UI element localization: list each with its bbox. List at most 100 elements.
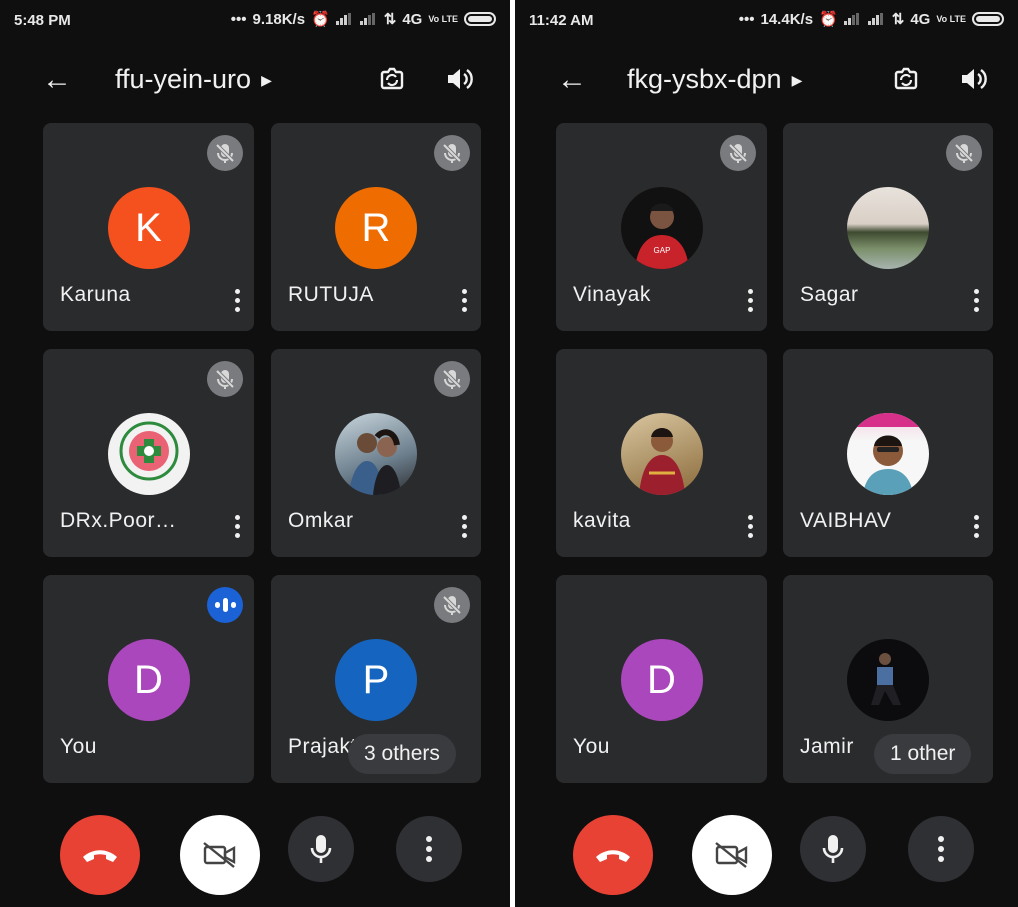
voice-activity-icon: [207, 587, 243, 623]
participant-tile[interactable]: K Karuna: [43, 123, 254, 331]
avatar: K: [107, 187, 190, 269]
caret-right-icon: ▶: [261, 72, 272, 89]
participant-name: Omkar: [288, 509, 354, 532]
mic-icon: [822, 835, 844, 863]
others-chip[interactable]: 1 other: [874, 734, 972, 774]
participant-name: VAIBHAV: [800, 509, 892, 532]
meeting-top-bar: ← ffu-yein-uro ▶: [0, 52, 510, 108]
mic-off-icon: [946, 135, 982, 171]
more-options-button[interactable]: [396, 816, 462, 882]
mic-button[interactable]: [288, 816, 354, 882]
signal-icon: [335, 13, 354, 25]
mic-off-icon: [720, 135, 756, 171]
hang-up-icon: [83, 850, 117, 862]
avatar: D: [107, 639, 190, 721]
switch-camera-icon[interactable]: [890, 62, 922, 94]
avatar: D: [620, 639, 703, 721]
switch-camera-icon[interactable]: [376, 62, 408, 94]
more-vert-icon[interactable]: [457, 513, 471, 541]
meeting-top-bar: ← fkg-ysbx-dpn ▶: [515, 52, 1018, 108]
woman-saree-avatar: [620, 413, 703, 495]
caret-right-icon: ▶: [791, 72, 803, 89]
lake-sunset-avatar: [847, 187, 929, 269]
more-vert-icon[interactable]: [743, 287, 757, 315]
hang-up-button[interactable]: [573, 815, 653, 895]
back-arrow-icon[interactable]: ←: [557, 65, 587, 95]
meeting-code[interactable]: ffu-yein-uro ▶: [115, 64, 272, 95]
more-vert-icon: [426, 836, 432, 862]
hang-up-button[interactable]: [60, 815, 140, 895]
participant-tile[interactable]: VAIBHAV: [783, 349, 993, 557]
alarm-icon: ⏰: [819, 11, 838, 28]
participant-tile[interactable]: Sagar: [783, 123, 993, 331]
mic-off-icon: [434, 135, 470, 171]
more-vert-icon[interactable]: [969, 513, 983, 541]
speaker-icon[interactable]: [958, 64, 988, 94]
camera-toggle-button[interactable]: [692, 815, 772, 895]
participant-name: Karuna: [60, 283, 131, 306]
network-speed: 9.18K/s: [252, 10, 306, 28]
network-type: 4G: [402, 10, 423, 28]
participant-name: RUTUJA: [288, 283, 374, 306]
volte-indicator: Vo LTE: [428, 13, 458, 24]
more-dots-icon: •••: [230, 10, 247, 28]
status-indicators: ••• 14.4K/s ⏰ ⇅ 4G Vo LTE: [739, 10, 1004, 28]
others-chip[interactable]: 3 others: [348, 734, 456, 774]
signal-icon: [867, 13, 886, 25]
mic-button[interactable]: [800, 816, 866, 882]
battery-icon: [464, 12, 496, 26]
person-red-hoodie-avatar: GAP: [620, 187, 703, 269]
more-vert-icon[interactable]: [457, 287, 471, 315]
signal-icon: [359, 13, 378, 25]
status-time: 11:42 AM: [529, 12, 594, 29]
svg-text:GAP: GAP: [653, 246, 670, 255]
more-vert-icon[interactable]: [230, 513, 244, 541]
mic-off-icon: [207, 135, 243, 171]
participant-name: You: [60, 735, 97, 758]
participant-name: You: [573, 735, 610, 758]
network-speed: 14.4K/s: [760, 10, 814, 28]
camera-toggle-button[interactable]: [180, 815, 260, 895]
camera-off-icon: [715, 842, 748, 868]
more-vert-icon[interactable]: [743, 513, 757, 541]
dark-portrait-avatar: [847, 639, 929, 721]
participant-tile[interactable]: GAP Vinayak: [556, 123, 767, 331]
mic-off-icon: [434, 587, 470, 623]
participant-tile[interactable]: R RUTUJA: [271, 123, 481, 331]
participant-tile[interactable]: DRx.Poor…: [43, 349, 254, 557]
status-indicators: ••• 9.18K/s ⏰ ⇅ 4G Vo LTE: [231, 10, 496, 28]
man-selfie-avatar: [847, 413, 929, 495]
speaker-icon[interactable]: [444, 64, 474, 94]
more-vert-icon[interactable]: [230, 287, 244, 315]
participant-name: Prajakt: [288, 735, 357, 758]
participant-name: DRx.Poor…: [60, 509, 177, 532]
status-bar: 5:48 PM ••• 9.18K/s ⏰ ⇅ 4G Vo LTE: [0, 0, 510, 44]
signal-icon: [843, 13, 862, 25]
battery-icon: [972, 12, 1004, 26]
hang-up-icon: [596, 850, 630, 862]
status-bar: 11:42 AM ••• 14.4K/s ⏰ ⇅ 4G Vo LTE: [515, 0, 1018, 44]
more-vert-icon: [938, 836, 944, 862]
status-time: 5:48 PM: [14, 12, 71, 29]
meet-screen-right: 11:42 AM ••• 14.4K/s ⏰ ⇅ 4G Vo LTE ← fkg…: [515, 0, 1018, 907]
mic-off-icon: [434, 361, 470, 397]
back-arrow-icon[interactable]: ←: [42, 65, 72, 95]
meet-screen-left: 5:48 PM ••• 9.18K/s ⏰ ⇅ 4G Vo LTE ← ffu-…: [0, 0, 510, 907]
more-vert-icon[interactable]: [969, 287, 983, 315]
avatar: R: [335, 187, 417, 269]
participant-tile-self[interactable]: D You: [43, 575, 254, 783]
participant-name: Vinayak: [573, 283, 651, 306]
participant-name: Jamir: [800, 735, 854, 758]
network-type: 4G: [910, 10, 931, 28]
pharmacist-logo-avatar: [107, 413, 190, 495]
meeting-code[interactable]: fkg-ysbx-dpn ▶: [627, 64, 802, 95]
alarm-icon: ⏰: [311, 11, 330, 28]
participant-tile[interactable]: Omkar: [271, 349, 481, 557]
more-options-button[interactable]: [908, 816, 974, 882]
participant-name: Sagar: [800, 283, 859, 306]
participant-tile-self[interactable]: D You: [556, 575, 767, 783]
mic-off-icon: [207, 361, 243, 397]
mic-icon: [310, 835, 332, 863]
participant-tile[interactable]: kavita: [556, 349, 767, 557]
more-dots-icon: •••: [738, 10, 755, 28]
